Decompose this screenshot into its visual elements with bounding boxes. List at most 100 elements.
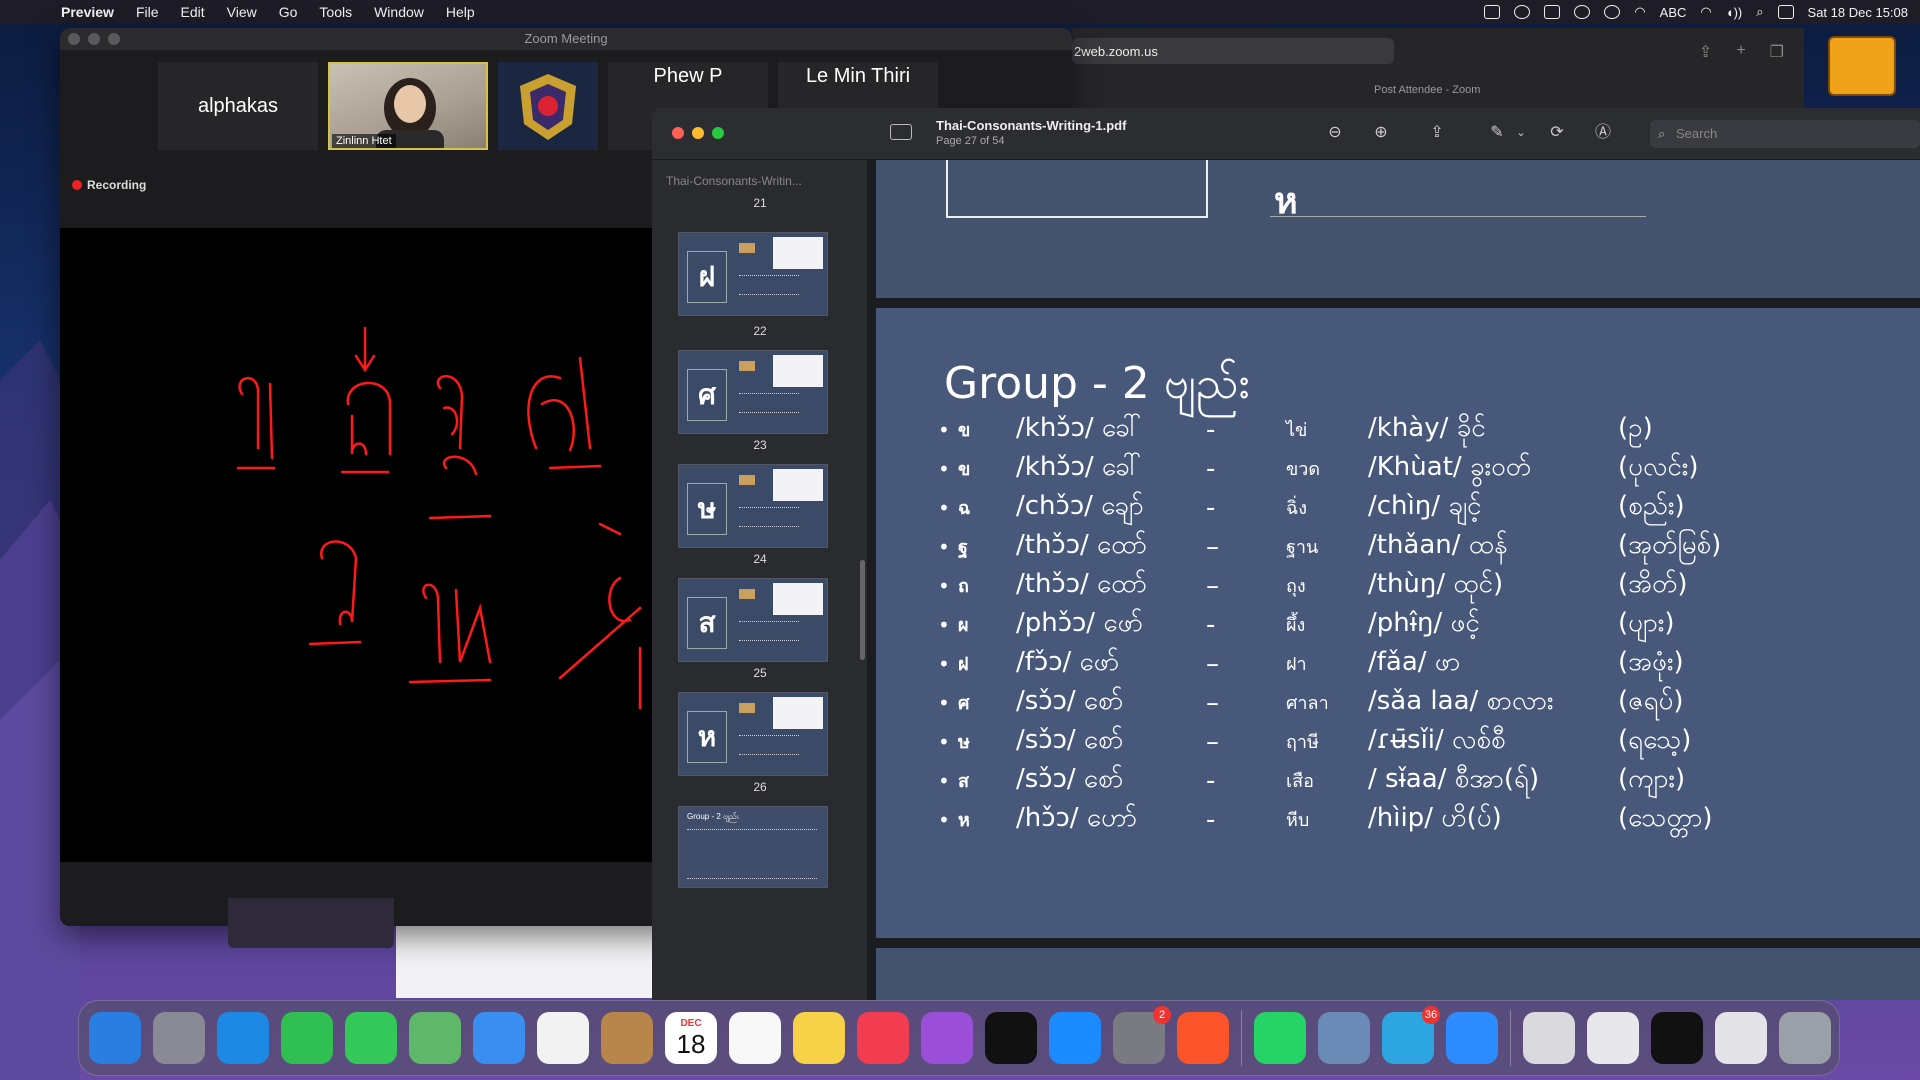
menu-tools[interactable]: Tools <box>308 4 363 20</box>
close-button[interactable] <box>68 33 80 45</box>
dock-app-store-icon[interactable] <box>1049 1012 1101 1064</box>
document-view[interactable]: ห Group - 2 ဗျည်း • ข/khɔ̌ɔ/ ခေါ် - ไข่/khà… <box>868 160 1920 1000</box>
dock-zoom-icon[interactable] <box>1446 1012 1498 1064</box>
input-source-indicator[interactable]: ABC <box>1660 5 1687 20</box>
page-thumbnail[interactable]: ส <box>678 578 828 662</box>
dock-black-window-icon[interactable] <box>1651 1012 1703 1064</box>
example-word: ศาลา <box>1286 693 1329 714</box>
control-center-icon[interactable] <box>1777 5 1794 19</box>
consonant-pronunciation: /chɔ̌ɔ/ ချော် <box>1016 491 1144 521</box>
dock-preview-icon[interactable] <box>1318 1012 1370 1064</box>
airdrop-icon[interactable]: ◠ <box>1700 4 1711 20</box>
example-transliteration: /phɨ̂ŋ/ ဖင့် <box>1368 608 1480 638</box>
volume-icon[interactable]: ◖)) <box>1726 5 1743 20</box>
tab-overview-icon[interactable]: ❐ <box>1770 42 1784 62</box>
share-icon[interactable]: ⇪ <box>1699 42 1712 62</box>
dock-apple-tv-icon[interactable] <box>985 1012 1037 1064</box>
menu-app-name[interactable]: Preview <box>50 4 125 20</box>
address-bar[interactable]: 2web.zoom.us <box>1072 38 1394 64</box>
page-thumbnail[interactable]: ศ <box>678 350 828 434</box>
preview-toolbar: Thai-Consonants-Writing-1.pdf Page 27 of… <box>652 108 1920 160</box>
participant-name: alphakas <box>197 94 279 117</box>
page-thumbnail[interactable]: ห <box>678 692 828 776</box>
thumbnail-scrollbar[interactable] <box>860 560 865 660</box>
screen-record-icon[interactable] <box>1604 5 1621 19</box>
new-tab-icon[interactable]: + <box>1736 42 1745 62</box>
dock-notes-icon[interactable] <box>793 1012 845 1064</box>
fullscreen-button[interactable] <box>712 127 724 139</box>
example-word: ถุง <box>1286 576 1306 597</box>
thai-consonant: ข <box>958 420 971 441</box>
dock-separator <box>1510 1010 1511 1066</box>
menu-go[interactable]: Go <box>268 4 309 20</box>
menu-view[interactable]: View <box>216 4 268 20</box>
close-button[interactable] <box>672 127 684 139</box>
page-thumbnail-selected[interactable]: Group - 2 ဗျည်း <box>678 806 828 888</box>
dock-podcasts-icon[interactable] <box>921 1012 973 1064</box>
menu-help[interactable]: Help <box>435 4 486 20</box>
dock-trash-icon[interactable] <box>1779 1012 1831 1064</box>
dock-png-file-icon[interactable] <box>1587 1012 1639 1064</box>
dock-system-preferences-icon[interactable]: 2 <box>1113 1006 1171 1064</box>
sidebar-document-name: Thai-Consonants-Writin... <box>666 174 802 188</box>
zoom-status-icon[interactable] <box>1484 5 1501 19</box>
dock-telegram-icon[interactable]: 36 <box>1382 1006 1440 1064</box>
example-meaning: (ကျား) <box>1618 764 1686 794</box>
clock[interactable]: Sat 18 Dec 15:08 <box>1808 5 1908 20</box>
example-word: เสือ <box>1286 771 1314 792</box>
sidebar-toggle-icon[interactable] <box>890 124 912 140</box>
minimize-button[interactable] <box>692 127 704 139</box>
consonant-pronunciation: /sɔ̌ɔ/ စော် <box>1016 686 1124 716</box>
example-meaning: (အိတ်) <box>1618 569 1688 599</box>
drive-status-icon[interactable] <box>1544 5 1561 19</box>
spotlight-icon[interactable]: ⌕ <box>1756 4 1763 20</box>
thumbnail-sidebar[interactable]: Thai-Consonants-Writin... 21 ฝ 22 ศ 23 ษ… <box>652 160 868 1000</box>
dock-mail-icon[interactable] <box>473 1012 525 1064</box>
dock-music-icon[interactable] <box>857 1012 909 1064</box>
zoom-in-icon[interactable]: ⊕ <box>1370 122 1392 144</box>
desktop-drive-icon[interactable] <box>1828 36 1896 96</box>
dock-document-stack-icon[interactable] <box>1715 1012 1767 1064</box>
example-transliteration: /chìŋ/ ချင့် <box>1368 491 1482 521</box>
dock-maps-icon[interactable] <box>409 1012 461 1064</box>
wifi-icon[interactable]: ◠ <box>1634 4 1645 20</box>
zoom-button[interactable] <box>108 33 120 45</box>
dock-calendar-icon[interactable]: DEC 18 <box>665 1012 717 1064</box>
page-thumbnail[interactable]: ษ <box>678 464 828 548</box>
dock-photos-icon[interactable] <box>537 1012 589 1064</box>
dock-reminders-icon[interactable] <box>729 1012 781 1064</box>
thumbnail-glyph: ษ <box>687 483 727 535</box>
dock-facetime-icon[interactable] <box>281 1012 333 1064</box>
rotate-icon[interactable]: ⟳ <box>1546 122 1568 144</box>
whatsapp-status-icon[interactable] <box>1514 5 1531 19</box>
browser-tab[interactable]: Post Attendee - Zoom <box>1374 84 1480 96</box>
dock-safari-icon[interactable] <box>217 1012 269 1064</box>
example-meaning: (အုတ်မြစ်) <box>1618 530 1722 560</box>
dock-launchpad-icon[interactable] <box>153 1012 205 1064</box>
cloud-icon[interactable] <box>1574 5 1591 19</box>
zoom-out-icon[interactable]: ⊖ <box>1324 122 1346 144</box>
menu-edit[interactable]: Edit <box>170 4 216 20</box>
page-thumbnail[interactable]: ฝ <box>678 232 828 316</box>
dock-whatsapp-icon[interactable] <box>1254 1012 1306 1064</box>
dock-downloads-doc-icon[interactable] <box>1523 1012 1575 1064</box>
dock-finder-icon[interactable] <box>89 1012 141 1064</box>
participant-logo-tile[interactable] <box>498 62 598 150</box>
dock-contacts-icon[interactable] <box>601 1012 653 1064</box>
search-field[interactable]: ⌕ Search <box>1650 120 1920 148</box>
participant-tile[interactable]: alphakas <box>158 62 318 150</box>
markup-pen-icon[interactable]: ✎ <box>1486 122 1508 144</box>
minimize-button[interactable] <box>88 33 100 45</box>
participant-video-tile[interactable]: Zinlinn Htet <box>328 62 488 150</box>
thumbnail-glyph: ส <box>687 597 727 649</box>
annotate-icon[interactable]: Ⓐ <box>1592 122 1614 144</box>
dock-messages-icon[interactable] <box>345 1012 397 1064</box>
bullet: • <box>938 495 950 520</box>
consonant-row: • ผ/phɔ̌ɔ/ ဖော် - ผึ้ง/phɨ̂ŋ/ ဖင့် (ပျား) <box>938 605 1721 644</box>
share-icon[interactable]: ⇪ <box>1426 122 1448 144</box>
chevron-down-icon[interactable]: ⌄ <box>1510 122 1532 144</box>
menu-file[interactable]: File <box>125 4 170 20</box>
separator: - <box>1206 453 1216 484</box>
dock-brave-icon[interactable] <box>1177 1012 1229 1064</box>
menu-window[interactable]: Window <box>363 4 435 20</box>
